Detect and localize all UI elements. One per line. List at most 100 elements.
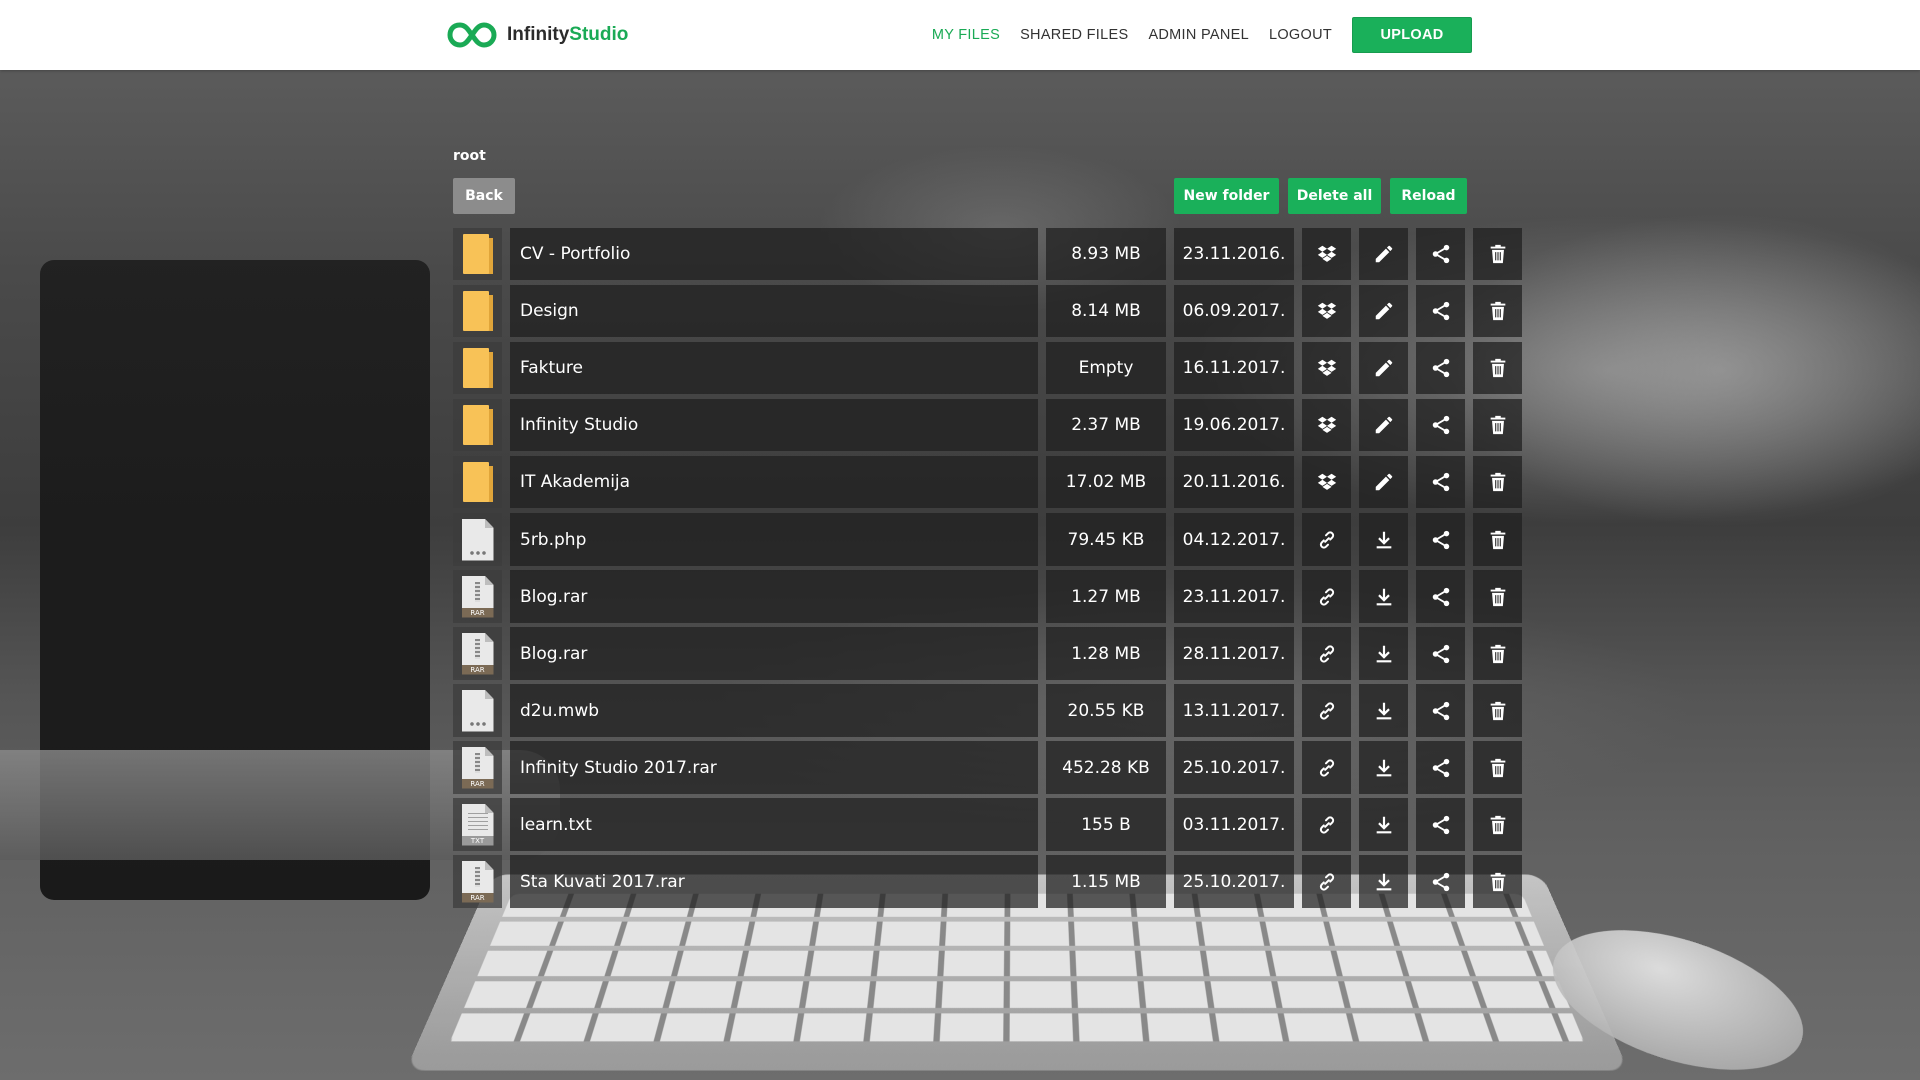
trash-icon — [1487, 643, 1509, 665]
link-button[interactable] — [1302, 798, 1351, 851]
row-name[interactable]: learn.txt — [510, 798, 1038, 851]
row-type-icon-cell — [453, 684, 502, 737]
trash-button[interactable] — [1473, 228, 1522, 280]
trash-icon — [1487, 757, 1509, 779]
trash-button[interactable] — [1473, 285, 1522, 337]
trash-button[interactable] — [1473, 741, 1522, 794]
link-button[interactable] — [1302, 513, 1351, 566]
download-button[interactable] — [1359, 798, 1408, 851]
share-button[interactable] — [1416, 684, 1465, 737]
share-button[interactable] — [1416, 285, 1465, 337]
row-date: 06.09.2017. — [1174, 285, 1294, 337]
file-row[interactable]: 5rb.php 79.45 KB 04.12.2017. — [453, 513, 1522, 566]
dropbox-button[interactable] — [1302, 228, 1351, 280]
row-name[interactable]: Blog.rar — [510, 627, 1038, 680]
pencil-button[interactable] — [1359, 399, 1408, 451]
dropbox-button[interactable] — [1302, 342, 1351, 394]
folder-row[interactable]: Infinity Studio 2.37 MB 19.06.2017. — [453, 399, 1522, 451]
dropbox-button[interactable] — [1302, 399, 1351, 451]
row-name[interactable]: d2u.mwb — [510, 684, 1038, 737]
folder-row[interactable]: Design 8.14 MB 06.09.2017. — [453, 285, 1522, 337]
trash-button[interactable] — [1473, 399, 1522, 451]
rar-file-icon: RAR — [461, 575, 494, 618]
nav-shared-files[interactable]: SHARED FILES — [1020, 27, 1128, 43]
new-folder-button[interactable]: New folder — [1174, 178, 1279, 214]
reload-button[interactable]: Reload — [1390, 178, 1467, 214]
delete-all-button[interactable]: Delete all — [1288, 178, 1381, 214]
row-name[interactable]: Blog.rar — [510, 570, 1038, 623]
row-size: 1.27 MB — [1046, 570, 1166, 623]
trash-button[interactable] — [1473, 798, 1522, 851]
share-button[interactable] — [1416, 399, 1465, 451]
file-row[interactable]: RAR Infinity Studio 2017.rar 452.28 KB 25.1… — [453, 741, 1522, 794]
pencil-button[interactable] — [1359, 456, 1408, 508]
row-name[interactable]: 5rb.php — [510, 513, 1038, 566]
download-button[interactable] — [1359, 741, 1408, 794]
row-date: 03.11.2017. — [1174, 798, 1294, 851]
folder-row[interactable]: CV - Portfolio 8.93 MB 23.11.2016. — [453, 228, 1522, 280]
row-date: 23.11.2016. — [1174, 228, 1294, 280]
row-name[interactable]: Sta Kuvati 2017.rar — [510, 855, 1038, 908]
dropbox-button[interactable] — [1302, 285, 1351, 337]
pencil-button[interactable] — [1359, 285, 1408, 337]
file-row[interactable]: d2u.mwb 20.55 KB 13.11.2017. — [453, 684, 1522, 737]
trash-button[interactable] — [1473, 570, 1522, 623]
download-icon — [1373, 814, 1395, 836]
download-button[interactable] — [1359, 570, 1408, 623]
share-button[interactable] — [1416, 855, 1465, 908]
file-type-tag: RAR — [461, 607, 494, 618]
row-name[interactable]: Infinity Studio 2017.rar — [510, 741, 1038, 794]
download-button[interactable] — [1359, 684, 1408, 737]
trash-button[interactable] — [1473, 855, 1522, 908]
trash-button[interactable] — [1473, 456, 1522, 508]
link-button[interactable] — [1302, 741, 1351, 794]
logo[interactable]: InfinityStudio — [447, 20, 628, 50]
row-name[interactable]: IT Akademija — [510, 456, 1038, 508]
trash-button[interactable] — [1473, 684, 1522, 737]
file-row[interactable]: TXT learn.txt 155 B 03.11.2017. — [453, 798, 1522, 851]
back-button[interactable]: Back — [453, 178, 515, 214]
share-button[interactable] — [1416, 342, 1465, 394]
row-name[interactable]: Design — [510, 285, 1038, 337]
link-button[interactable] — [1302, 627, 1351, 680]
folder-row[interactable]: Fakture Empty 16.11.2017. — [453, 342, 1522, 394]
share-icon — [1430, 529, 1452, 551]
row-size: 2.37 MB — [1046, 399, 1166, 451]
row-name[interactable]: Infinity Studio — [510, 399, 1038, 451]
pencil-button[interactable] — [1359, 342, 1408, 394]
file-row[interactable]: RAR Blog.rar 1.28 MB 28.11.2017. — [453, 627, 1522, 680]
share-button[interactable] — [1416, 741, 1465, 794]
trash-button[interactable] — [1473, 627, 1522, 680]
folder-row[interactable]: IT Akademija 17.02 MB 20.11.2016. — [453, 456, 1522, 508]
share-button[interactable] — [1416, 513, 1465, 566]
pencil-button[interactable] — [1359, 228, 1408, 280]
file-row[interactable]: RAR Blog.rar 1.27 MB 23.11.2017. — [453, 570, 1522, 623]
link-button[interactable] — [1302, 855, 1351, 908]
trash-button[interactable] — [1473, 342, 1522, 394]
row-type-icon-cell — [453, 342, 502, 394]
dropbox-icon — [1316, 300, 1338, 322]
dropbox-button[interactable] — [1302, 456, 1351, 508]
nav-admin-panel[interactable]: ADMIN PANEL — [1148, 27, 1249, 43]
download-button[interactable] — [1359, 513, 1408, 566]
pencil-icon — [1373, 471, 1395, 493]
file-row[interactable]: RAR Sta Kuvati 2017.rar 1.15 MB 25.10.2017. — [453, 855, 1522, 908]
share-button[interactable] — [1416, 570, 1465, 623]
share-button[interactable] — [1416, 627, 1465, 680]
link-button[interactable] — [1302, 570, 1351, 623]
share-button[interactable] — [1416, 228, 1465, 280]
link-icon — [1316, 871, 1338, 893]
download-button[interactable] — [1359, 855, 1408, 908]
upload-button[interactable]: UPLOAD — [1352, 17, 1472, 53]
link-button[interactable] — [1302, 684, 1351, 737]
row-name[interactable]: Fakture — [510, 342, 1038, 394]
download-button[interactable] — [1359, 627, 1408, 680]
share-button[interactable] — [1416, 456, 1465, 508]
share-button[interactable] — [1416, 798, 1465, 851]
row-size: 17.02 MB — [1046, 456, 1166, 508]
row-date: 23.11.2017. — [1174, 570, 1294, 623]
trash-button[interactable] — [1473, 513, 1522, 566]
row-name[interactable]: CV - Portfolio — [510, 228, 1038, 280]
nav-my-files[interactable]: MY FILES — [932, 27, 1000, 43]
nav-logout[interactable]: LOGOUT — [1269, 27, 1332, 43]
